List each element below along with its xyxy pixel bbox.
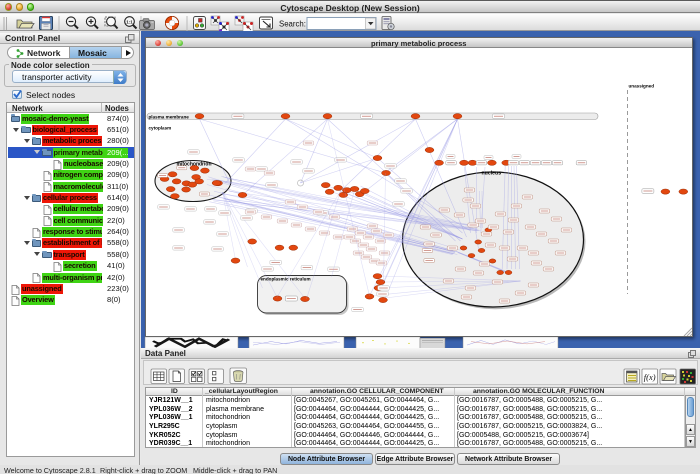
svg-text:unassigned: unassigned xyxy=(628,84,654,89)
svg-text:endoplasmic reticulum: endoplasmic reticulum xyxy=(260,277,310,282)
svg-text:f(x): f(x) xyxy=(644,372,656,382)
svg-text:cytoplasm: cytoplasm xyxy=(148,126,171,131)
svg-text:Search:: Search: xyxy=(279,19,306,28)
svg-text:plasma membrane: plasma membrane xyxy=(148,115,189,120)
svg-text:nucleus: nucleus xyxy=(481,171,501,177)
